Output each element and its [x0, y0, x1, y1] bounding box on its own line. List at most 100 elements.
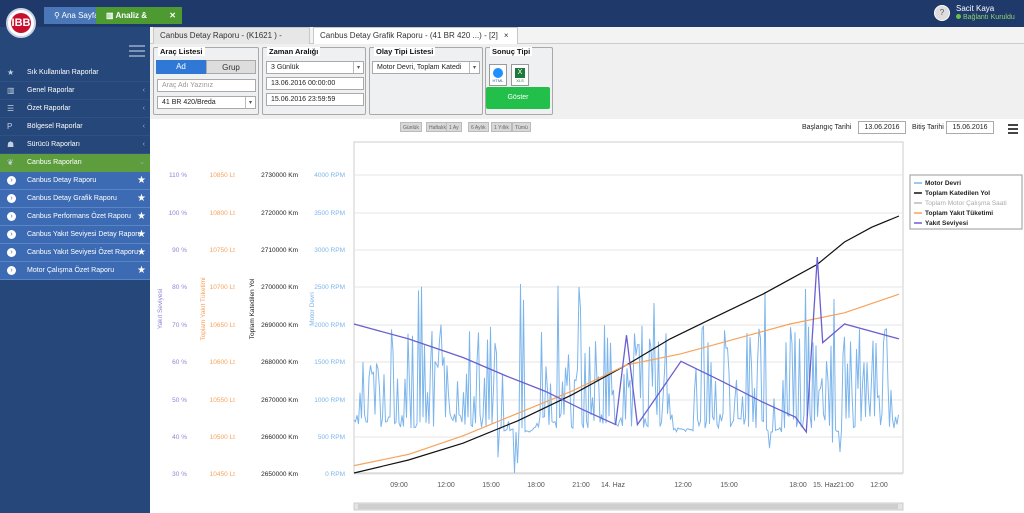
- axis-tick-label: 10500 Lt: [210, 434, 235, 441]
- sidebar-subitem-0[interactable]: › Canbus Detay Raporu ★: [0, 172, 150, 190]
- connection-status: Bağlantı Kuruldu: [956, 14, 1015, 21]
- leaf-icon: ❦: [7, 158, 14, 167]
- x-tick-label: 12:00: [870, 482, 888, 489]
- axis-tick-label: 2700000 Km: [261, 284, 298, 291]
- scrollbar-thumb: [358, 504, 898, 509]
- axis-tick-label: 2500 RPM: [314, 284, 345, 291]
- breadcrumb-analiz[interactable]: ▥ Analiz & Raporlar✕: [96, 7, 182, 37]
- goster-button[interactable]: Göster: [486, 87, 550, 109]
- parking-icon: P: [7, 122, 13, 131]
- x-tick-label: 21:00: [572, 482, 590, 489]
- axis-tick-label: 80 %: [172, 284, 187, 291]
- arac-listesi-panel: Araç Listesi Ad Grup Araç Adı Yazınız 41…: [153, 47, 259, 115]
- xls-result-button[interactable]: X XLS: [511, 64, 529, 86]
- municipality-logo: IBB: [6, 8, 36, 38]
- legend-item: Toplam Motor Çalışma Saati: [925, 200, 1007, 207]
- sidebar-subitem-5[interactable]: › Motor Çalışma Özet Raporu ★: [0, 262, 150, 280]
- sidebar: ★ Sık Kullanılan Raporlar ▥ Genel Raporlar ‹…: [0, 27, 150, 513]
- chevron-icon: ‹: [142, 105, 145, 112]
- sidebar-item-5[interactable]: ❦ Canbus Raporları ⌄: [0, 154, 150, 172]
- x-tick-label: 09:00: [390, 482, 408, 489]
- legend-item: Toplam Yakıt Tüketimi: [925, 210, 993, 217]
- x-tick-label: 12:00: [674, 482, 692, 489]
- users-icon: ☗: [7, 140, 15, 149]
- status-dot-icon: [956, 14, 961, 19]
- axis-tick-label: 10550 Lt: [210, 397, 235, 404]
- chevron-icon: ‹: [142, 141, 145, 148]
- axis-tick-label: 2650000 Km: [261, 471, 298, 478]
- legend-item: Motor Devri: [925, 180, 961, 187]
- sidebar-item-0[interactable]: ★ Sık Kullanılan Raporlar: [0, 64, 150, 82]
- star-icon[interactable]: ★: [137, 172, 146, 190]
- sidebar-item-4[interactable]: ☗ Sürücü Raporları ‹: [0, 136, 150, 154]
- range-select[interactable]: 3 Günlük ▾: [266, 61, 364, 74]
- axis-title: Motor Devri: [309, 292, 316, 326]
- star-icon[interactable]: ★: [137, 262, 146, 280]
- zaman-araligi-panel: Zaman Aralığı 3 Günlük ▾ 13.06.2016 00:00…: [262, 47, 366, 115]
- axis-tick-label: 40 %: [172, 434, 187, 441]
- chart-area: Günlük Haftalık 1 Ay 6 Aylık 1 Yıllık Tümü Ba…: [150, 119, 1024, 513]
- legend-item: Yakıt Seviyesi: [925, 220, 968, 227]
- start-datetime-input[interactable]: 13.06.2016 00:00:00: [266, 77, 364, 90]
- vehicle-select[interactable]: 41 BR 420/Breda ▾: [157, 96, 256, 109]
- axis-tick-label: 0 RPM: [325, 471, 345, 478]
- chevron-right-icon: ›: [7, 176, 16, 185]
- x-tick-label: 15:00: [482, 482, 500, 489]
- star-icon[interactable]: ★: [137, 190, 146, 208]
- axis-tick-label: 10800 Lt: [210, 210, 235, 217]
- axis-tick-label: 2720000 Km: [261, 210, 298, 217]
- sidebar-item-1[interactable]: ▥ Genel Raporlar ‹: [0, 82, 150, 100]
- sidebar-item-3[interactable]: P Bölgesel Raporlar ‹: [0, 118, 150, 136]
- chevron-icon: ‹: [142, 123, 145, 130]
- axis-tick-label: 110 %: [169, 172, 187, 179]
- globe-icon: [493, 68, 503, 78]
- axis-tick-label: 10750 Lt: [210, 247, 235, 254]
- chevron-right-icon: ›: [7, 194, 16, 203]
- end-datetime-input[interactable]: 15.06.2016 23:59:59: [266, 93, 364, 106]
- axis-tick-label: 2690000 Km: [261, 322, 298, 329]
- axis-title: Toplam Yakıt Tüketimi: [200, 277, 207, 340]
- sidebar-subitem-4[interactable]: › Canbus Yakıt Seviyesi Özet Raporu ★: [0, 244, 150, 262]
- axis-tick-label: 2730000 Km: [261, 172, 298, 179]
- ad-button[interactable]: Ad: [156, 60, 206, 74]
- tab-canbus-grafik[interactable]: Canbus Detay Grafik Raporu - (41 BR 420 …: [313, 27, 518, 44]
- axis-tick-label: 10850 Lt: [210, 172, 235, 179]
- axis-tick-label: 500 RPM: [318, 434, 345, 441]
- user-info[interactable]: ? Sacit Kaya Bağlantı Kuruldu: [934, 3, 1020, 25]
- sidebar-subitem-3[interactable]: › Canbus Yakıt Seviyesi Detay Raporu ★: [0, 226, 150, 244]
- axis-tick-label: 3500 RPM: [314, 210, 345, 217]
- star-icon[interactable]: ★: [137, 244, 146, 262]
- event-type-select[interactable]: Motor Devri, Toplam Katedi ▾: [372, 61, 480, 74]
- x-tick-label: 12:00: [437, 482, 455, 489]
- tab-canbus-detay[interactable]: Canbus Detay Raporu - (K1621 ) - [1]×: [153, 27, 310, 56]
- logo-mark: IBB: [11, 13, 31, 33]
- html-result-button[interactable]: HTML: [489, 64, 507, 86]
- axis-tick-label: 70 %: [172, 322, 187, 329]
- avatar[interactable]: ?: [934, 5, 950, 21]
- close-icon[interactable]: ×: [504, 31, 509, 40]
- axis-tick-label: 60 %: [172, 359, 187, 366]
- user-name: Sacit Kaya: [956, 4, 995, 13]
- chevron-right-icon: ›: [7, 212, 16, 221]
- star-icon[interactable]: ★: [137, 226, 146, 244]
- hamburger-icon[interactable]: [129, 45, 145, 57]
- axis-tick-label: 1500 RPM: [314, 359, 345, 366]
- x-tick-label: 14. Haz: [601, 482, 626, 489]
- axis-title: Toplam Katedilen Yol: [249, 278, 256, 339]
- sidebar-subitem-2[interactable]: › Canbus Performans Özet Raporu ★: [0, 208, 150, 226]
- grup-button[interactable]: Grup: [206, 60, 256, 74]
- x-tick-label: 15:00: [720, 482, 738, 489]
- close-icon[interactable]: ✕: [169, 7, 176, 24]
- chevron-down-icon: ▾: [353, 62, 363, 73]
- sidebar-subitem-1[interactable]: › Canbus Detay Grafik Raporu ★: [0, 190, 150, 208]
- x-tick-label: 18:00: [789, 482, 807, 489]
- axis-tick-label: 4000 RPM: [314, 172, 345, 179]
- tab-bar: Canbus Detay Raporu - (K1621 ) - [1]× Ca…: [150, 27, 1024, 56]
- axis-tick-label: 2660000 Km: [261, 434, 298, 441]
- legend-item: Toplam Katedilen Yol: [925, 190, 990, 197]
- star-icon[interactable]: ★: [137, 208, 146, 226]
- axis-tick-label: 10600 Lt: [210, 359, 235, 366]
- sidebar-item-2[interactable]: ☰ Özet Raporlar ‹: [0, 100, 150, 118]
- vehicle-search-input[interactable]: Araç Adı Yazınız: [157, 79, 256, 92]
- x-tick-label: 15. Haz: [813, 482, 838, 489]
